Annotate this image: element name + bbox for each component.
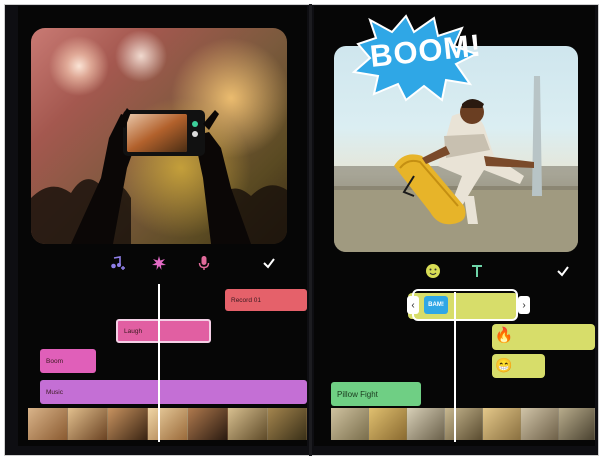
concert-video-preview[interactable]: [31, 28, 287, 244]
clip-label: Pillow Fight: [337, 389, 378, 399]
filmstrip-frame: [188, 408, 228, 440]
filmstrip-frame: [108, 408, 148, 440]
trim-handle-right-icon[interactable]: ›: [518, 296, 530, 314]
checkmark-icon[interactable]: [552, 260, 574, 282]
filmstrip-frame: [445, 408, 483, 440]
audio-editor-panel: Record 01 Laugh Boom Music: [18, 6, 307, 446]
text-icon[interactable]: [466, 260, 488, 282]
emoji-sticker-icon[interactable]: [422, 260, 444, 282]
clip-label: Laugh: [124, 327, 143, 335]
video-filmstrip[interactable]: [331, 408, 595, 440]
trim-handle-left-icon[interactable]: ‹: [407, 296, 419, 314]
grin-emoji-icon: 😁: [495, 357, 513, 373]
fire-emoji-icon: 🔥: [494, 327, 514, 344]
filmstrip-frame: [148, 408, 188, 440]
concert-scene: [31, 108, 287, 244]
clip-music[interactable]: Music: [40, 380, 307, 404]
sound-effect-icon[interactable]: [148, 252, 170, 274]
filmstrip-frame: [228, 408, 268, 440]
clip-label: Music: [46, 388, 63, 396]
filmstrip-frame: [28, 408, 68, 440]
clip-record-01[interactable]: Record 01: [225, 289, 307, 311]
filmstrip-frame: [407, 408, 445, 440]
microphone-icon[interactable]: [193, 252, 215, 274]
clip-pillow-fight-text[interactable]: Pillow Fight: [331, 382, 421, 406]
checkmark-icon[interactable]: [258, 252, 280, 274]
filmstrip-frame: [331, 408, 369, 440]
video-filmstrip[interactable]: [28, 408, 307, 440]
filmstrip-frame: [559, 408, 595, 440]
music-note-add-icon[interactable]: [106, 252, 128, 274]
filmstrip-frame: [369, 408, 407, 440]
filmstrip-frame: [68, 408, 108, 440]
filmstrip-frame: [483, 408, 521, 440]
sticker-editor-panel: BOOM! ‹ › BAM! 🔥 😁 Pillow Fight: [314, 6, 595, 446]
playhead[interactable]: [158, 284, 160, 442]
filmstrip-frame: [268, 408, 307, 440]
clip-boom[interactable]: Boom: [40, 349, 96, 373]
playhead[interactable]: [454, 292, 456, 442]
clip-label: Record 01: [231, 296, 261, 304]
panel-divider: [309, 4, 312, 456]
overlay-toolbar: [314, 260, 595, 286]
filmstrip-frame: [521, 408, 559, 440]
clip-label: Boom: [46, 357, 63, 365]
clip-laugh[interactable]: Laugh: [116, 319, 211, 343]
boom-sticker-thumbnail: BAM!: [424, 296, 448, 314]
audio-toolbar: [18, 252, 307, 278]
